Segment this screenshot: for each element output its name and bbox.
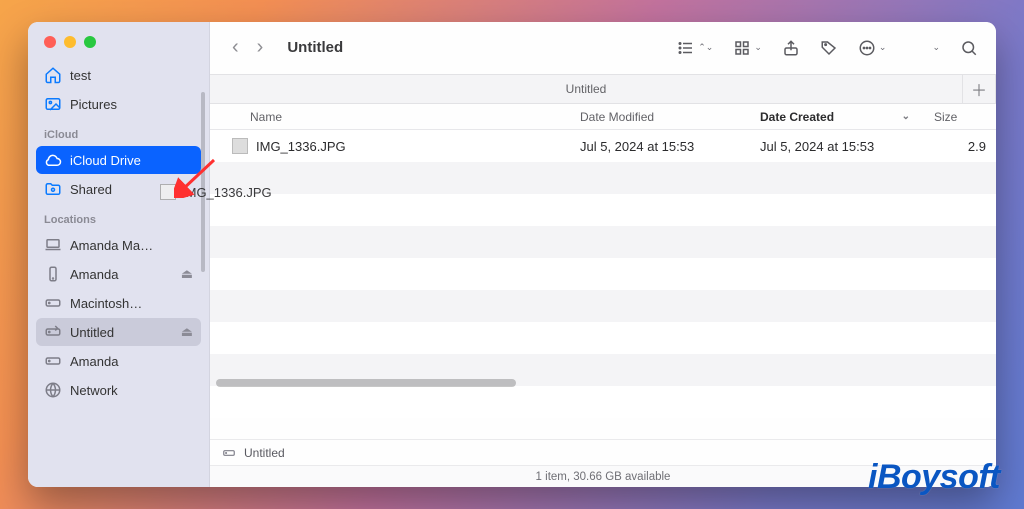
sidebar-item-amanda-mac[interactable]: Amanda Ma… <box>36 231 201 259</box>
chevron-down-icon: ⌄ <box>932 42 940 53</box>
tags-button[interactable] <box>814 35 844 61</box>
group-by-button[interactable]: ⌄ <box>727 35 768 61</box>
new-tab-button[interactable]: ＋ <box>962 74 996 104</box>
file-thumbnail-icon <box>232 138 248 154</box>
file-size: 2.9 <box>924 139 996 154</box>
sidebar: test Pictures iCloud iCloud Drive Shared… <box>28 22 210 487</box>
sidebar-item-icloud-drive[interactable]: iCloud Drive <box>36 146 201 174</box>
path-label: Untitled <box>244 446 285 460</box>
eject-icon[interactable]: ⏏ <box>181 324 193 340</box>
sidebar-item-amanda-phone[interactable]: Amanda ⏏ <box>36 260 201 288</box>
finder-window: test Pictures iCloud iCloud Drive Shared… <box>28 22 996 487</box>
column-header-name[interactable]: Name <box>210 110 570 124</box>
share-button[interactable] <box>776 35 806 61</box>
ellipsis-circle-icon <box>858 39 876 57</box>
drag-ghost-label: IMG_1336.JPG <box>182 185 272 200</box>
main-area: ‹ › Untitled ⌃⌄ ⌄ ⌄ <box>210 22 996 487</box>
column-header-size[interactable]: Size <box>924 110 996 124</box>
tab-untitled[interactable]: Untitled <box>210 74 962 104</box>
globe-icon <box>44 381 62 399</box>
chevron-down-icon: ⌄ <box>754 42 762 53</box>
house-icon <box>44 66 62 84</box>
file-modified: Jul 5, 2024 at 15:53 <box>570 139 750 154</box>
image-icon <box>44 95 62 113</box>
grid-group-icon <box>733 39 751 57</box>
sidebar-item-label: iCloud Drive <box>70 153 193 168</box>
drag-ghost: IMG_1336.JPG <box>160 184 272 200</box>
window-controls <box>28 22 209 58</box>
phone-icon <box>44 265 62 283</box>
toolbar: ‹ › Untitled ⌃⌄ ⌄ ⌄ <box>210 22 996 74</box>
column-headers: Name Date Modified Date Created ⌄ Size <box>210 104 996 130</box>
list-icon <box>677 39 695 57</box>
file-list[interactable]: IMG_1336.JPG Jul 5, 2024 at 15:53 Jul 5,… <box>210 130 996 439</box>
file-row[interactable]: IMG_1336.JPG Jul 5, 2024 at 15:53 Jul 5,… <box>210 130 996 162</box>
sidebar-item-label: Macintosh… <box>70 296 193 311</box>
zoom-window-button[interactable] <box>84 36 96 48</box>
forward-button[interactable]: › <box>257 36 264 59</box>
sidebar-item-network[interactable]: Network <box>36 376 201 404</box>
window-title: Untitled <box>287 39 343 56</box>
sidebar-item-untitled-disk[interactable]: Untitled ⏏ <box>36 318 201 346</box>
file-icon <box>160 184 176 200</box>
disk-icon <box>222 446 236 460</box>
chevron-down-icon: ⌄ <box>879 42 887 53</box>
sidebar-list: test Pictures iCloud iCloud Drive Shared… <box>28 58 209 487</box>
column-header-modified[interactable]: Date Modified <box>570 110 750 124</box>
chevron-updown-icon: ⌃⌄ <box>698 42 713 53</box>
overflow-button[interactable]: ⌄ <box>926 38 946 57</box>
tab-bar: Untitled ＋ <box>210 74 996 104</box>
tab-label: Untitled <box>566 82 607 96</box>
sort-indicator-icon: ⌄ <box>902 111 914 122</box>
sidebar-item-label: Network <box>70 383 193 398</box>
external-disk-icon <box>44 352 62 370</box>
external-disk-icon <box>44 323 62 341</box>
sidebar-item-label: Pictures <box>70 97 193 112</box>
sidebar-item-amanda-disk[interactable]: Amanda <box>36 347 201 375</box>
status-text: 1 item, 30.66 GB available <box>536 471 671 483</box>
sidebar-item-test[interactable]: test <box>36 61 201 89</box>
sidebar-item-label: Amanda Ma… <box>70 238 193 253</box>
laptop-icon <box>44 236 62 254</box>
sidebar-section-locations: Locations <box>36 204 201 230</box>
column-header-created[interactable]: Date Created ⌄ <box>750 110 924 124</box>
sidebar-item-label: Amanda <box>70 267 173 282</box>
file-name: IMG_1336.JPG <box>256 139 346 154</box>
sidebar-section-icloud: iCloud <box>36 119 201 145</box>
sidebar-scrollbar[interactable] <box>201 92 205 272</box>
horizontal-scrollbar[interactable] <box>216 379 996 387</box>
minimize-window-button[interactable] <box>64 36 76 48</box>
cloud-icon <box>44 151 62 169</box>
sidebar-item-pictures[interactable]: Pictures <box>36 90 201 118</box>
path-bar[interactable]: Untitled <box>210 439 996 465</box>
status-bar: 1 item, 30.66 GB available <box>210 465 996 487</box>
internal-disk-icon <box>44 294 62 312</box>
shared-folder-icon <box>44 180 62 198</box>
nav-controls: ‹ › <box>222 36 269 59</box>
back-button[interactable]: ‹ <box>232 36 239 59</box>
tag-icon <box>820 39 838 57</box>
sidebar-item-macintosh-hd[interactable]: Macintosh… <box>36 289 201 317</box>
file-created: Jul 5, 2024 at 15:53 <box>750 139 924 154</box>
sidebar-item-label: Untitled <box>70 325 173 340</box>
view-list-button[interactable]: ⌃⌄ <box>671 35 719 61</box>
more-actions-button[interactable]: ⌄ <box>852 35 893 61</box>
eject-icon[interactable]: ⏏ <box>181 266 193 282</box>
search-icon <box>960 39 978 57</box>
search-button[interactable] <box>954 35 984 61</box>
share-icon <box>782 39 800 57</box>
close-window-button[interactable] <box>44 36 56 48</box>
sidebar-item-label: test <box>70 68 193 83</box>
sidebar-item-label: Amanda <box>70 354 193 369</box>
